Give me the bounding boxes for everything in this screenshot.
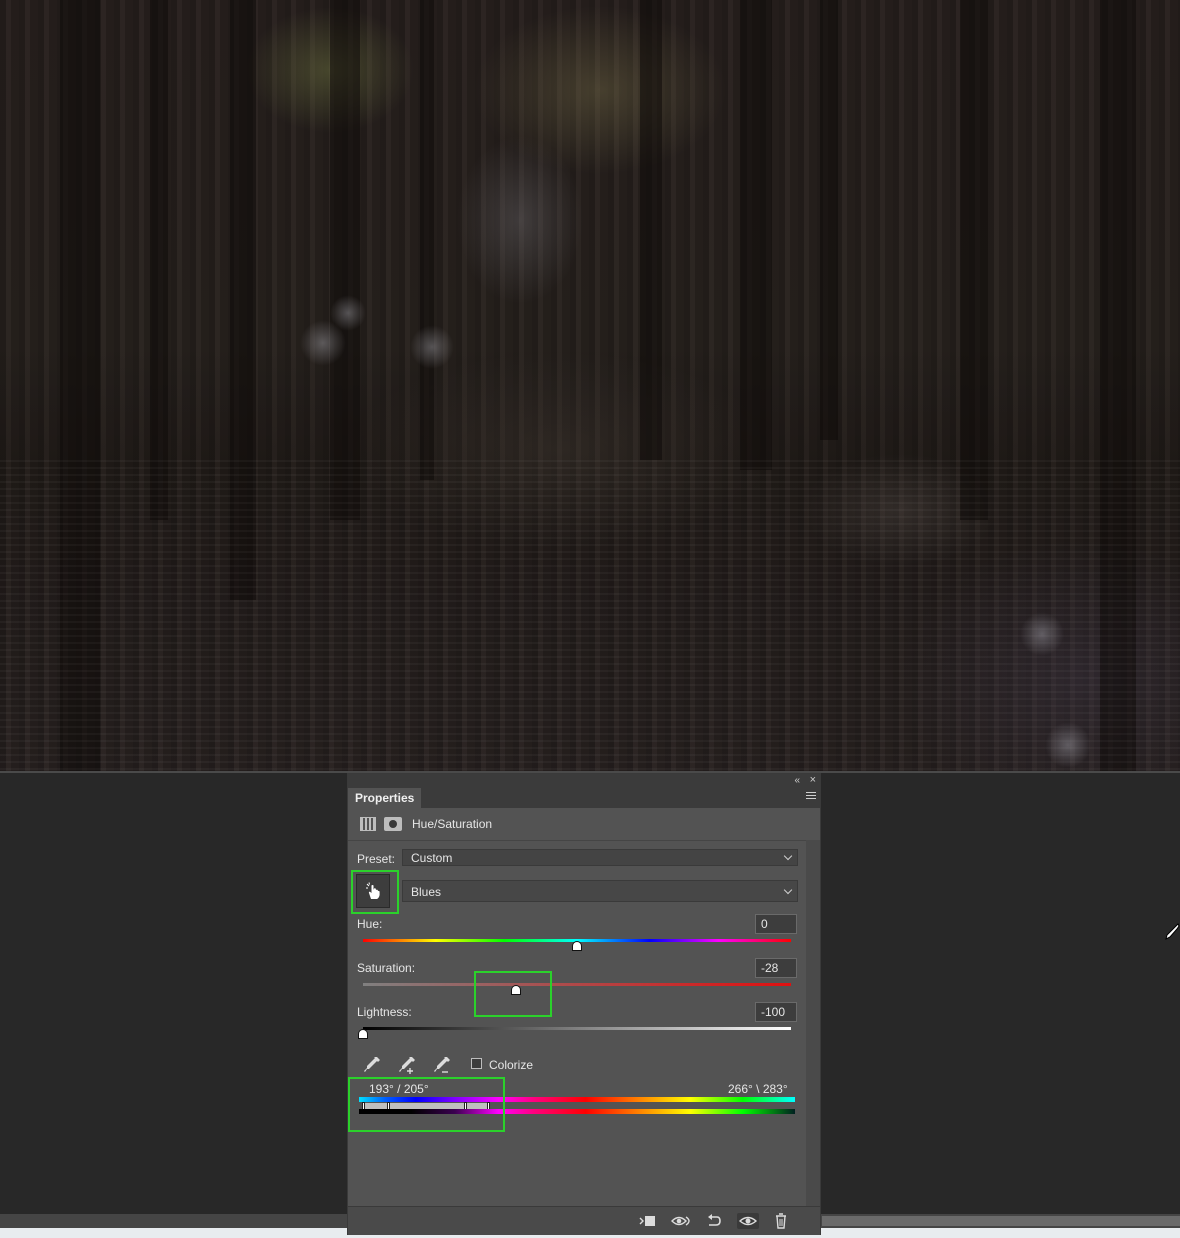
range-right-readout: 266° \ 283° <box>728 1082 788 1096</box>
toggle-visibility-icon[interactable] <box>737 1213 759 1229</box>
panel-title-bar[interactable]: « × <box>348 774 820 788</box>
lightness-value-field[interactable]: -100 <box>755 1002 797 1022</box>
saturation-label: Saturation: <box>357 961 416 975</box>
colorize-label: Colorize <box>489 1058 534 1072</box>
targeted-adjustment-tool-button[interactable] <box>356 874 390 908</box>
eyedropper-cursor-icon <box>1165 923 1180 940</box>
colorize-checkbox[interactable] <box>471 1058 482 1069</box>
panel-tab-row: Properties <box>348 788 820 808</box>
saturation-value-field[interactable]: -28 <box>755 958 797 978</box>
properties-panel: « × Properties Hue/Saturation Preset: Cu… <box>347 773 821 1235</box>
tab-properties[interactable]: Properties <box>348 788 422 808</box>
layer-mask-icon[interactable] <box>384 817 402 831</box>
color-range-bar-output <box>359 1109 795 1114</box>
chevron-down-icon <box>783 851 793 861</box>
preset-label: Preset: <box>357 852 396 866</box>
reset-icon[interactable] <box>705 1213 723 1229</box>
collapse-panel-icon[interactable]: « <box>794 775 800 786</box>
close-icon[interactable]: × <box>810 774 816 786</box>
eyedropper-icon[interactable] <box>362 1055 382 1075</box>
adjustment-layer-icon[interactable] <box>360 817 376 831</box>
lightness-slider-track[interactable] <box>363 1027 791 1030</box>
photo-canvas[interactable] <box>0 0 1180 771</box>
adjustment-title: Hue/Saturation <box>412 817 493 831</box>
view-previous-state-icon[interactable] <box>671 1213 690 1229</box>
preset-value: Custom <box>411 851 453 865</box>
range-left-readout: 193° / 205° <box>369 1082 429 1096</box>
hand-icon <box>366 882 380 899</box>
delete-icon[interactable] <box>772 1213 790 1229</box>
hue-value-field[interactable]: 0 <box>755 914 797 934</box>
preset-dropdown[interactable]: Custom <box>402 849 798 866</box>
lightness-label: Lightness: <box>357 1005 412 1019</box>
hue-label: Hue: <box>357 917 383 931</box>
eyedropper-subtract-icon[interactable] <box>432 1055 452 1075</box>
eyedropper-add-icon[interactable] <box>397 1055 417 1075</box>
channel-dropdown[interactable]: Blues <box>402 880 798 902</box>
scrollbar-thumb[interactable] <box>822 1216 1180 1226</box>
panel-footer <box>348 1206 820 1235</box>
color-range-bar-input <box>359 1097 795 1102</box>
clip-to-layer-icon[interactable] <box>638 1213 656 1229</box>
channel-value: Blues <box>411 885 442 899</box>
panel-menu-icon[interactable] <box>806 792 816 802</box>
chevron-down-icon <box>783 885 793 895</box>
adjustment-header: Hue/Saturation <box>348 808 820 841</box>
panel-scrollbar[interactable] <box>806 840 820 1206</box>
saturation-slider-track[interactable] <box>363 983 791 986</box>
